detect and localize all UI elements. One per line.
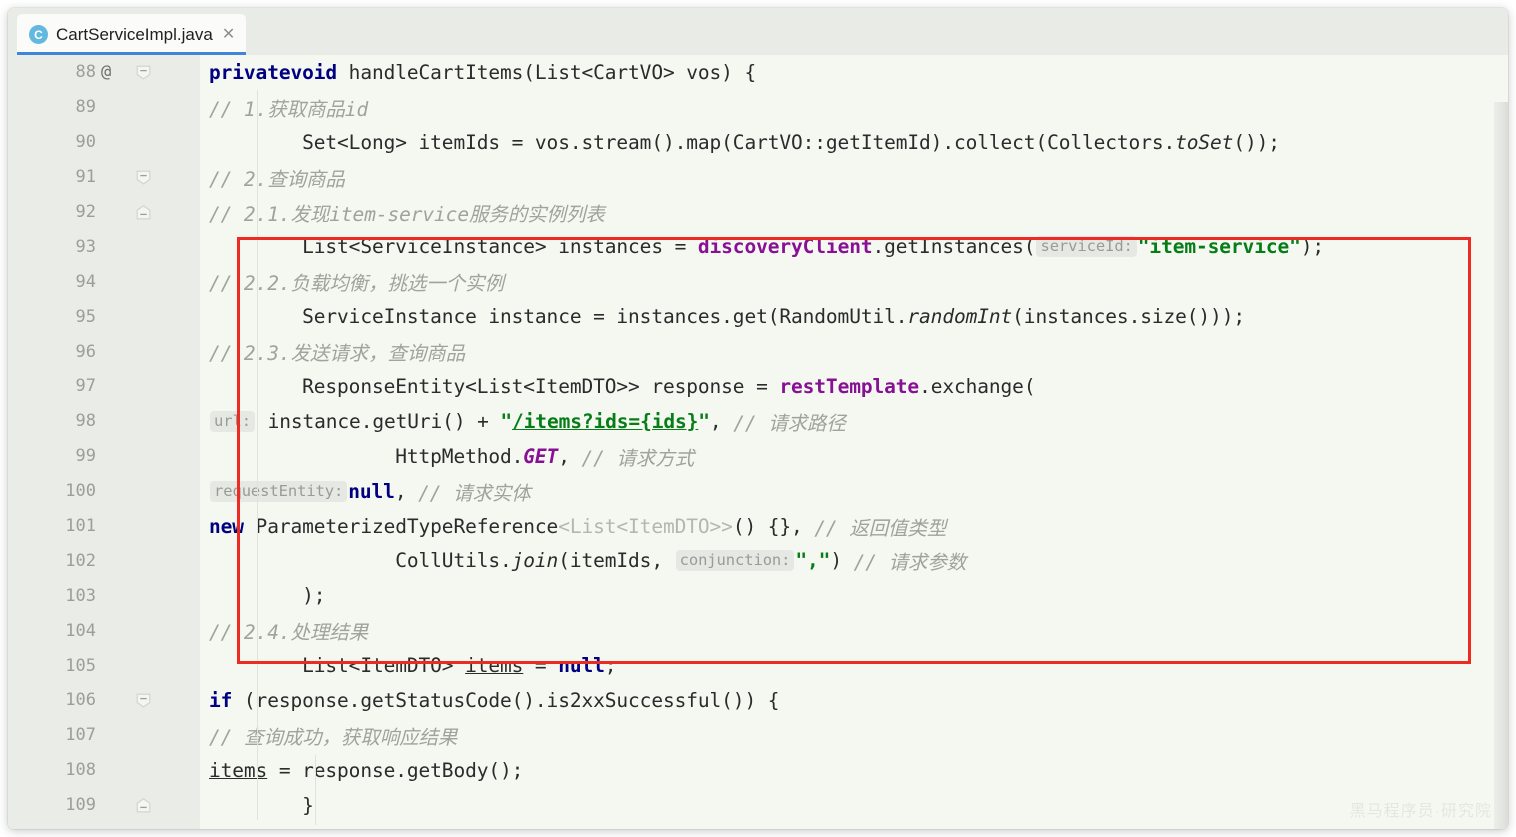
indent-guide-2: [315, 755, 316, 825]
code-line-107: // 查询成功，获取响应结果: [209, 725, 458, 749]
gutter-row-91[interactable]: 91: [8, 160, 200, 195]
code-fold-icon[interactable]: [136, 204, 151, 220]
line-number-108: 108: [65, 760, 96, 781]
line-number-106: 106: [65, 690, 96, 711]
code-line-109: }: [209, 793, 314, 817]
gutter-row-102[interactable]: 102: [8, 543, 200, 578]
code-line-101: new ParameterizedTypeReference <List<Item…: [209, 514, 947, 540]
code-fold-icon[interactable]: [136, 65, 151, 80]
gutter-row-96[interactable]: 96: [8, 334, 200, 369]
code-lines: private void handleCartItems(List<CartVO…: [200, 55, 1324, 823]
code-line-93: List<ServiceInstance> instances = discov…: [209, 235, 1325, 259]
gutter-rows: 88 @89 90 91 92 93 94 95 96 97 98 99 100 101 102 103 104…: [8, 55, 200, 829]
gutter-row-97[interactable]: 97: [8, 369, 200, 404]
code-fold-icon[interactable]: [136, 797, 151, 813]
line-number-98: 98: [75, 411, 96, 432]
line-number-89: 89: [75, 97, 96, 118]
gutter-row-93[interactable]: 93: [8, 229, 200, 264]
gutter-row-95[interactable]: 95: [8, 299, 200, 334]
gutter-row-100[interactable]: 100: [8, 474, 200, 509]
code-line-103: );: [209, 584, 326, 608]
gutter-row-106[interactable]: 106: [8, 683, 200, 718]
code-line-99: HttpMethod. GET, // 请求方式: [209, 444, 695, 470]
code-line-95: ServiceInstance instance = instances.get…: [209, 305, 1245, 329]
tab-label: CartServiceImpl.java: [56, 24, 213, 44]
gutter-row-99[interactable]: 99: [8, 439, 200, 474]
code-fold-icon[interactable]: [136, 693, 151, 708]
gutter-row-92[interactable]: 92: [8, 195, 200, 230]
line-number-103: 103: [65, 585, 96, 606]
code-line-88: private void handleCartItems(List<CartVO…: [209, 60, 757, 84]
line-number-100: 100: [65, 481, 96, 502]
line-number-109: 109: [65, 795, 96, 816]
code-line-92: // 2.1.发现item-service服务的实例列表: [209, 202, 605, 226]
gutter-row-90[interactable]: 90: [8, 125, 200, 160]
code-fold-icon[interactable]: [136, 170, 151, 185]
ide-window: C CartServiceImpl.java ✕ 88 @89 90 91 92 93 94…: [8, 8, 1508, 829]
code-line-102: CollUtils. join (itemIds, conjunction: ","…: [209, 549, 967, 575]
inlay-hint-url: url:: [210, 410, 255, 432]
gutter-row-104[interactable]: 104: [8, 613, 200, 648]
code-surface[interactable]: private void handleCartItems(List<CartVO…: [200, 55, 1508, 829]
inlay-hint-serviceid: serviceId:: [1036, 236, 1137, 258]
code-line-90: Set<Long> itemIds = vos.stream().map(Car…: [209, 130, 1280, 154]
gutter-row-88[interactable]: 88 @: [8, 55, 200, 90]
java-class-icon: C: [29, 25, 48, 44]
annotation-marker-icon[interactable]: @: [101, 62, 111, 82]
close-icon[interactable]: ✕: [222, 26, 235, 43]
gutter-row-89[interactable]: 89: [8, 90, 200, 125]
line-number-92: 92: [75, 202, 96, 222]
editor-body: 88 @89 90 91 92 93 94 95 96 97 98 99 100 101 102 103 104…: [8, 55, 1508, 829]
code-line-97: ResponseEntity<List<ItemDTO>> response =…: [209, 374, 1036, 398]
gutter-row-108[interactable]: 108: [8, 753, 200, 788]
code-line-108: items = response.getBody();: [209, 758, 524, 782]
line-number-105: 105: [65, 655, 96, 676]
line-number-gutter: 88 @89 90 91 92 93 94 95 96 97 98 99 100 101 102 103 104…: [8, 55, 201, 829]
code-line-106: if (response.getStatusCode().is2xxSucces…: [209, 688, 780, 712]
gutter-row-94[interactable]: 94: [8, 264, 200, 299]
line-number-88: 88: [75, 62, 96, 83]
line-number-95: 95: [75, 306, 96, 327]
gutter-row-107[interactable]: 107: [8, 718, 200, 753]
line-number-104: 104: [65, 620, 96, 641]
line-number-97: 97: [75, 376, 96, 397]
inlay-hint-conjunction: conjunction:: [675, 550, 795, 572]
line-number-91: 91: [75, 167, 96, 188]
indent-guide-1: [257, 90, 258, 820]
code-line-104: // 2.4.处理结果: [209, 621, 369, 645]
gutter-row-98[interactable]: 98: [8, 404, 200, 439]
watermark-label: 黑马程序员·研究院: [1349, 803, 1492, 820]
code-line-96: // 2.3.发送请求，查询商品: [209, 342, 466, 366]
line-number-99: 99: [75, 446, 96, 467]
line-number-90: 90: [75, 132, 96, 153]
line-number-94: 94: [75, 271, 96, 292]
line-number-96: 96: [75, 341, 96, 362]
code-line-91: // 2.查询商品: [209, 167, 345, 191]
line-number-107: 107: [65, 725, 96, 746]
code-line-89: // 1.获取商品id: [209, 97, 369, 121]
gutter-row-109[interactable]: 109: [8, 788, 200, 823]
gutter-row-101[interactable]: 101: [8, 509, 200, 544]
tab-cart-service-impl[interactable]: C CartServiceImpl.java ✕: [17, 14, 247, 55]
code-line-94: // 2.2.负载均衡，挑选一个实例: [209, 272, 504, 296]
line-number-101: 101: [65, 516, 96, 537]
vertical-scrollbar[interactable]: [1494, 102, 1508, 829]
line-number-93: 93: [75, 236, 96, 257]
inlay-hint-requestentity: requestEntity:: [210, 480, 348, 502]
editor-tab-bar: C CartServiceImpl.java ✕: [8, 8, 1508, 56]
code-line-100: requestEntity: null, // 请求实体: [209, 474, 1324, 509]
line-number-102: 102: [65, 550, 96, 571]
code-line-105: List<ItemDTO> items = null;: [209, 654, 617, 678]
gutter-row-105[interactable]: 105: [8, 648, 200, 683]
code-line-98: url: instance.getUri() + "/items?ids={id…: [209, 404, 1324, 439]
gutter-row-103[interactable]: 103: [8, 578, 200, 613]
